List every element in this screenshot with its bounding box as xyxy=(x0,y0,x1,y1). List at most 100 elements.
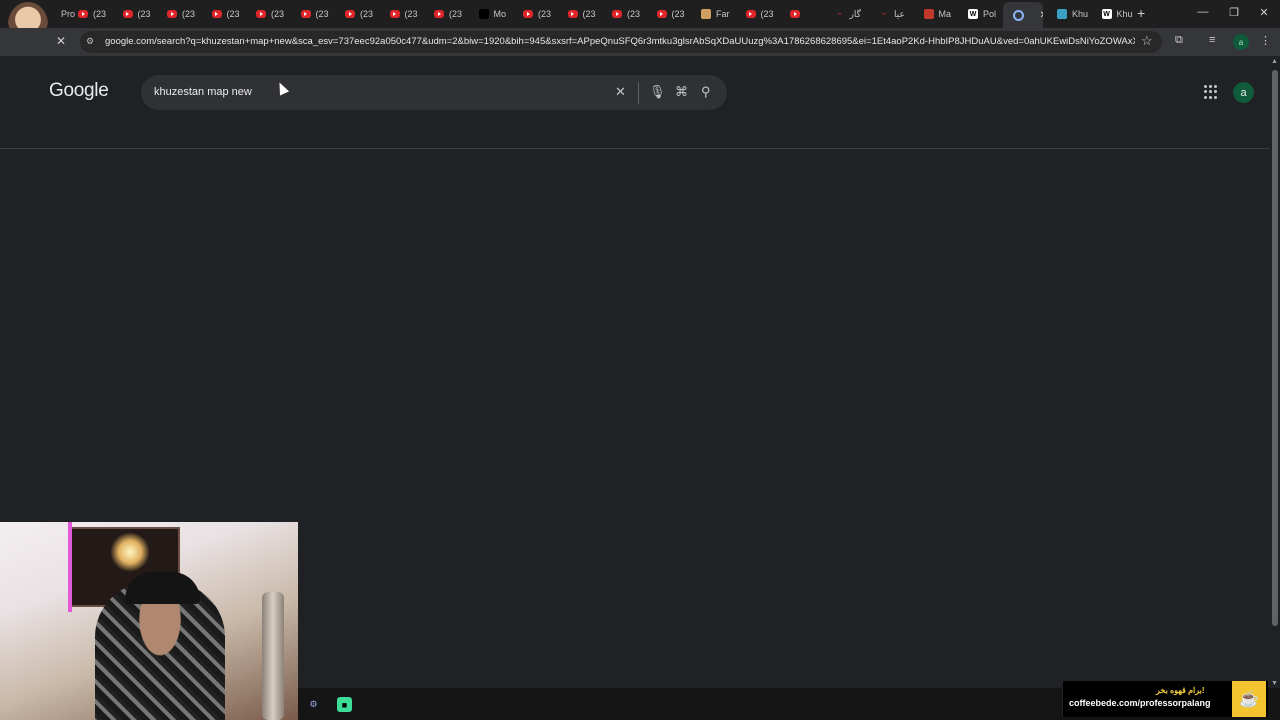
tab-label: (23 xyxy=(449,9,463,19)
new-tab-button[interactable]: + xyxy=(1137,5,1145,21)
microphone-icon[interactable]: 🎙 xyxy=(649,84,666,100)
wikipedia-icon: W xyxy=(968,9,978,19)
tab-label: عیا xyxy=(894,8,905,19)
bookmark-star-icon[interactable]: ☆ xyxy=(1141,33,1153,49)
browser-tab[interactable]: (23 xyxy=(335,3,377,25)
browser-menu-icon[interactable]: ⋮ xyxy=(1260,34,1271,47)
header-divider xyxy=(0,148,1270,149)
tab-close-icon[interactable]: ✕ xyxy=(1040,10,1043,21)
webcam-hookah xyxy=(262,592,284,720)
extensions-icon[interactable]: ⧉ xyxy=(1175,34,1183,47)
tab-label: (23 xyxy=(137,9,151,19)
stop-loading-icon[interactable]: ✕ xyxy=(56,34,66,48)
webcam-person-hat xyxy=(125,572,200,604)
youtube-icon xyxy=(567,10,578,18)
wikipedia-icon: W xyxy=(1101,9,1112,19)
browser-tab[interactable]: (23 xyxy=(513,3,555,25)
google-logo[interactable]: Google xyxy=(49,80,109,102)
browser-tab[interactable]: (23 xyxy=(202,3,244,25)
coffee-cup-icon: ☕ xyxy=(1232,681,1266,717)
browser-tab[interactable]: (23 xyxy=(157,3,199,25)
youtube-icon xyxy=(434,10,444,18)
site-info-icon[interactable]: ⚙ xyxy=(86,36,94,47)
youtube-icon xyxy=(211,10,222,18)
scrollbar-thumb[interactable] xyxy=(1272,70,1278,626)
taskbar-app-icon[interactable]: ■ xyxy=(337,697,352,712)
coffee-text-fa: برام قهوه بخر! xyxy=(1156,686,1205,695)
address-url[interactable]: google.com/search?q=khuzestan+map+new&sc… xyxy=(105,36,1135,47)
tab-label: (23 xyxy=(627,9,641,19)
browser-tab[interactable]: ✕ xyxy=(1002,2,1043,28)
browser-tab[interactable]: (23 xyxy=(602,3,644,25)
chart-icon xyxy=(923,9,934,19)
browser-tab[interactable]: – عیا xyxy=(869,3,911,25)
browser-tab[interactable]: (23 xyxy=(291,3,333,25)
search-icon[interactable]: ⚲ xyxy=(701,84,711,100)
steam-icon[interactable]: ⚙ xyxy=(306,697,321,712)
tab-label: Pol xyxy=(983,9,997,19)
browser-tab[interactable] xyxy=(780,3,822,25)
youtube-icon xyxy=(523,10,533,18)
tab-label: (23 xyxy=(760,9,774,19)
tab-label: Far xyxy=(716,9,730,19)
close-window-icon[interactable]: ✕ xyxy=(1257,6,1271,19)
scroll-down-icon[interactable]: ▼ xyxy=(1271,680,1278,687)
tab-label: (23 xyxy=(360,9,374,19)
browser-tab[interactable]: Khu xyxy=(1047,3,1089,25)
browser-tab[interactable]: (23 xyxy=(558,3,600,25)
tab-label: Khu xyxy=(1072,9,1089,19)
search-divider xyxy=(638,82,639,104)
account-avatar[interactable]: a xyxy=(1233,82,1254,103)
youtube-icon xyxy=(345,10,355,18)
browser-tab[interactable]: Mo xyxy=(469,3,511,25)
restore-icon[interactable]: ❐ xyxy=(1227,6,1241,19)
youtube-icon xyxy=(790,10,800,18)
browser-tab[interactable]: W Khu xyxy=(1092,3,1134,25)
tab-label: (23 xyxy=(671,9,685,19)
dash-icon: – xyxy=(837,10,842,18)
dash-icon: – xyxy=(882,10,886,18)
tab-label: (23 xyxy=(93,9,107,19)
browser-tab[interactable]: (23 xyxy=(424,3,466,25)
tab-label: (23 xyxy=(226,9,240,19)
webcam-lamp-glow xyxy=(110,532,150,572)
google-apps-icon[interactable] xyxy=(1204,85,1218,99)
scroll-up-icon[interactable]: ▲ xyxy=(1271,58,1278,65)
youtube-icon xyxy=(389,10,400,18)
search-input[interactable]: khuzestan map new xyxy=(154,86,252,98)
youtube-icon xyxy=(122,10,133,18)
tab-label: Ma xyxy=(938,9,952,19)
browser-tab[interactable]: Ma xyxy=(914,3,956,25)
youtube-icon xyxy=(612,10,622,18)
browser-tab[interactable]: (23 xyxy=(647,3,689,25)
m-icon xyxy=(478,9,489,19)
clear-search-icon[interactable]: ✕ xyxy=(615,84,626,100)
tab-label: گار xyxy=(849,8,861,19)
toolbar-profile-avatar[interactable]: a xyxy=(1233,34,1249,50)
profile-icon xyxy=(46,9,56,19)
minimize-icon[interactable]: — xyxy=(1196,6,1210,18)
tab-label: Mo xyxy=(493,9,507,19)
camera-search-icon[interactable]: ⌘ xyxy=(675,84,688,100)
webcam-led-light xyxy=(68,522,72,612)
youtube-icon xyxy=(745,10,756,18)
youtube-icon xyxy=(78,10,88,18)
browser-tab[interactable]: – گار xyxy=(825,3,867,25)
square-icon xyxy=(1057,9,1067,19)
tab-label: (23 xyxy=(315,9,329,19)
tab-label: (23 xyxy=(538,9,552,19)
browser-tab[interactable]: (23 xyxy=(246,3,288,25)
media-controls-icon[interactable]: ≡ xyxy=(1209,34,1215,46)
youtube-icon xyxy=(656,10,667,18)
browser-tab[interactable]: (23 xyxy=(736,3,778,25)
browser-tab[interactable]: (23 xyxy=(113,3,155,25)
browser-tab[interactable]: W Pol xyxy=(958,3,1000,25)
pen-icon xyxy=(701,9,711,19)
browser-tab[interactable]: (23 xyxy=(380,3,422,25)
youtube-icon xyxy=(256,10,266,18)
browser-tab[interactable]: (23 xyxy=(68,3,110,25)
browser-tab[interactable]: Far xyxy=(691,3,733,25)
tab-label: (23 xyxy=(182,9,196,19)
coffee-url: coffeebede.com/professorpalang xyxy=(1069,698,1211,708)
tab-label: Khu xyxy=(1116,9,1133,19)
